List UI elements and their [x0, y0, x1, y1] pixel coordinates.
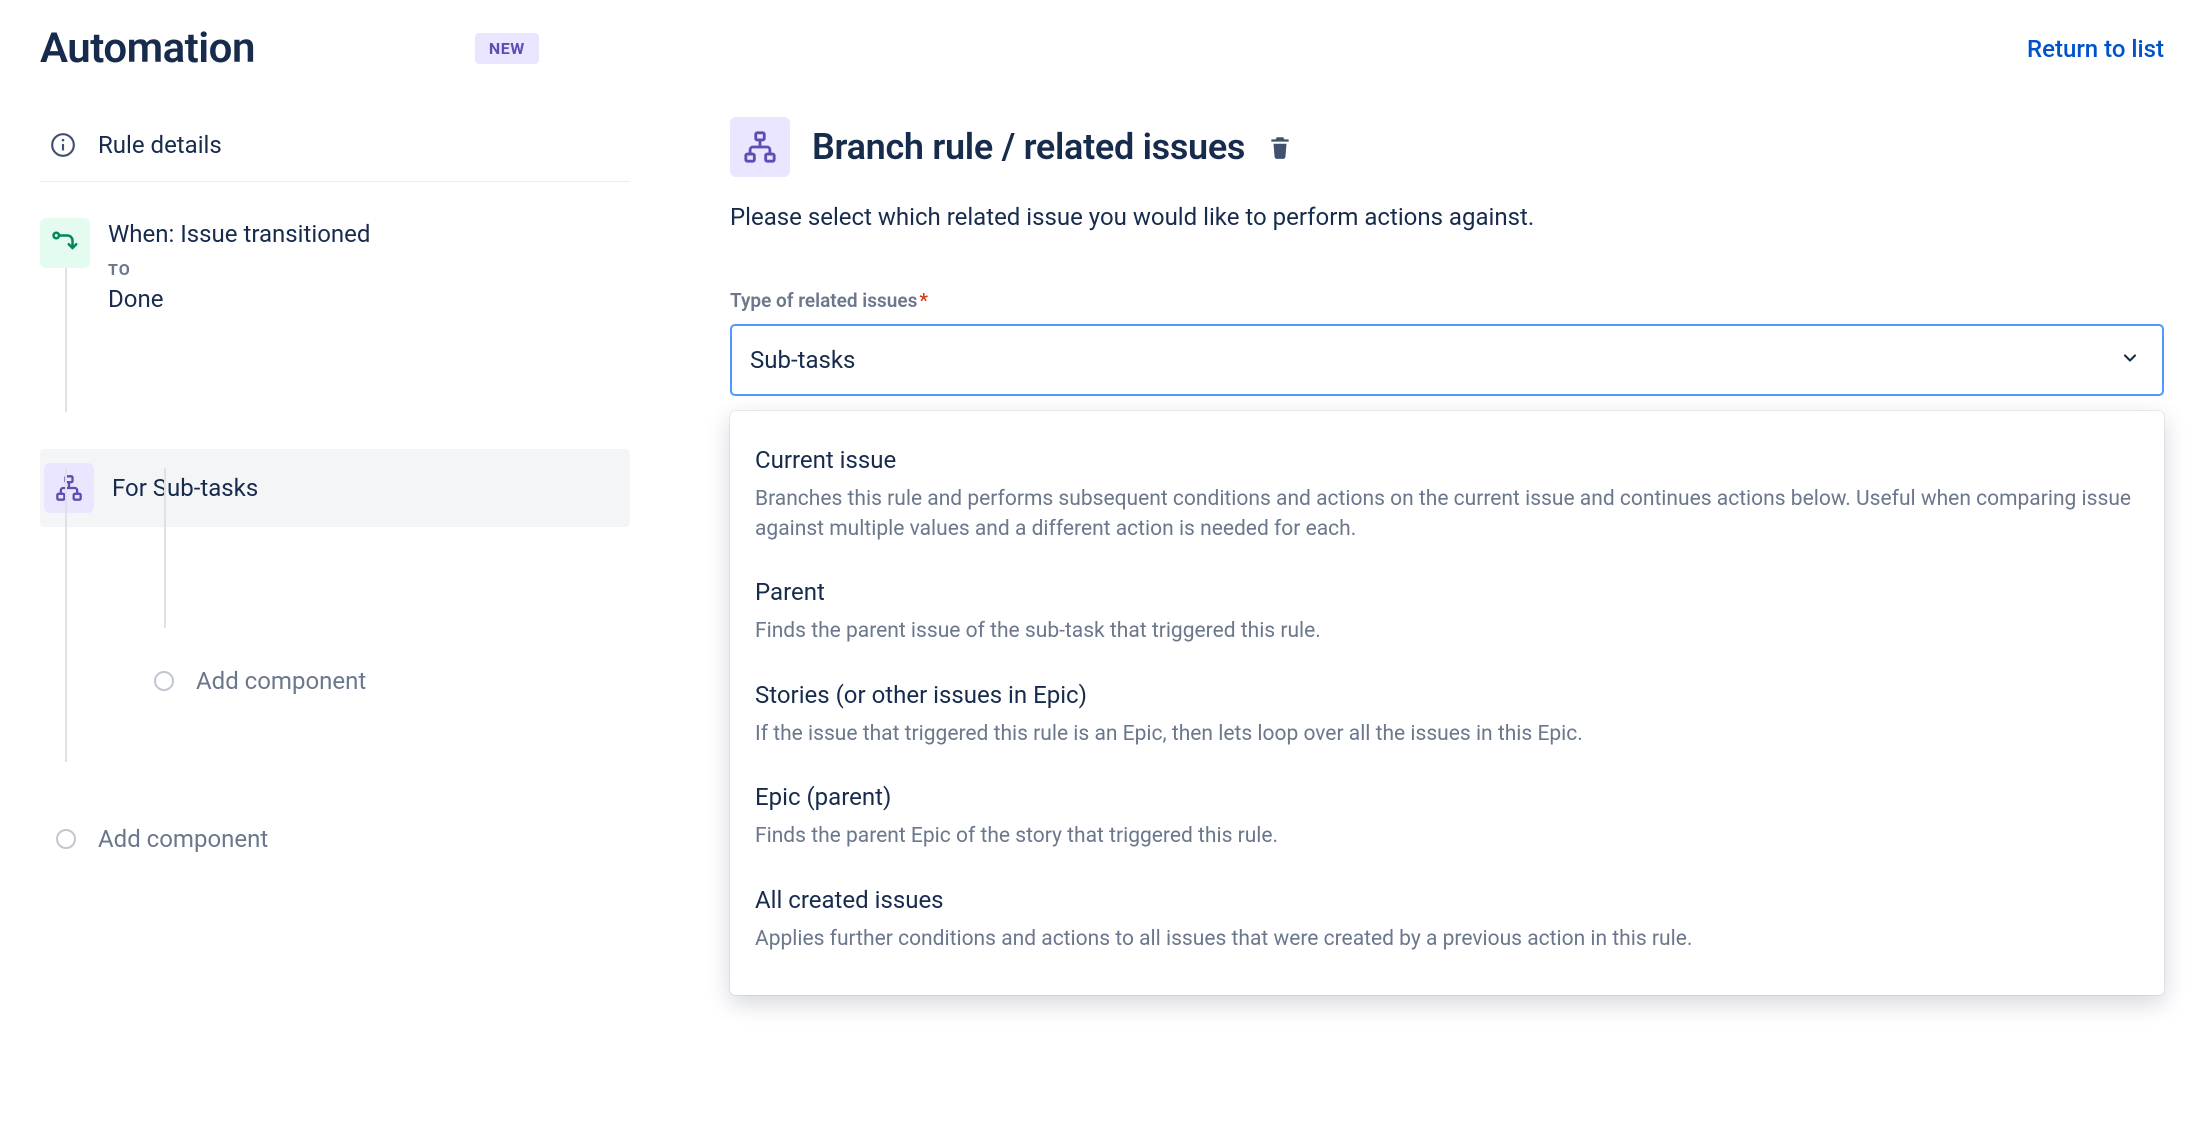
page-title: Automation: [40, 24, 255, 73]
trigger-to-value: Done: [108, 285, 370, 313]
trigger-title: When: Issue transitioned: [108, 218, 370, 250]
related-issue-type-select[interactable]: Sub-tasks: [730, 324, 2164, 396]
timeline-connector: [164, 468, 166, 628]
add-node-icon: [154, 671, 174, 691]
main-header: Branch rule / related issues: [730, 117, 2164, 177]
option-all-created[interactable]: All created issues Applies further condi…: [755, 874, 2139, 976]
timeline-connector: [65, 468, 67, 762]
option-title: Current issue: [755, 446, 2139, 474]
add-component-outer[interactable]: Add component: [56, 825, 630, 853]
add-node-icon: [56, 829, 76, 849]
option-title: Stories (or other issues in Epic): [755, 681, 2139, 709]
add-component-label: Add component: [196, 667, 366, 695]
option-title: Epic (parent): [755, 783, 2139, 811]
info-icon: [50, 132, 76, 158]
chevron-down-icon: [2120, 348, 2140, 372]
option-stories[interactable]: Stories (or other issues in Epic) If the…: [755, 669, 2139, 771]
trigger-to-label: TO: [108, 260, 370, 279]
transition-icon: [40, 218, 90, 268]
branch-item[interactable]: For Sub-tasks: [40, 449, 630, 527]
option-title: Parent: [755, 578, 2139, 606]
option-title: All created issues: [755, 886, 2139, 914]
page-header: Automation NEW Return to list: [0, 0, 2204, 73]
required-star-icon: *: [919, 289, 928, 312]
rule-builder-sidebar: Rule details When: Issue transitioned TO: [40, 113, 630, 995]
panel-description: Please select which related issue you wo…: [730, 201, 2164, 235]
select-dropdown: Current issue Branches this rule and per…: [730, 411, 2164, 996]
trigger-item[interactable]: When: Issue transitioned TO Done: [40, 212, 630, 319]
panel-title: Branch rule / related issues: [812, 126, 1245, 168]
option-desc: Finds the parent issue of the sub-task t…: [755, 616, 2139, 646]
option-desc: Finds the parent Epic of the story that …: [755, 821, 2139, 851]
option-desc: Applies further conditions and actions t…: [755, 924, 2139, 954]
option-desc: Branches this rule and performs subseque…: [755, 484, 2139, 545]
rule-details-item[interactable]: Rule details: [40, 113, 630, 182]
return-to-list-link[interactable]: Return to list: [2027, 35, 2164, 63]
new-badge: NEW: [475, 33, 539, 64]
header-left: Automation NEW: [40, 24, 539, 73]
option-epic-parent[interactable]: Epic (parent) Finds the parent Epic of t…: [755, 771, 2139, 873]
option-parent[interactable]: Parent Finds the parent issue of the sub…: [755, 566, 2139, 668]
select-value: Sub-tasks: [750, 346, 855, 374]
delete-button[interactable]: [1267, 134, 1293, 160]
branch-label: For Sub-tasks: [112, 474, 258, 502]
main-panel: Branch rule / related issues Please sele…: [730, 113, 2164, 995]
trigger-body: When: Issue transitioned TO Done: [108, 218, 370, 313]
branch-icon: [730, 117, 790, 177]
option-desc: If the issue that triggered this rule is…: [755, 719, 2139, 749]
add-component-inner[interactable]: Add component: [154, 667, 630, 695]
option-current-issue[interactable]: Current issue Branches this rule and per…: [755, 434, 2139, 567]
add-component-label: Add component: [98, 825, 268, 853]
field-label: Type of related issues*: [730, 289, 2164, 312]
branch-icon: [44, 463, 94, 513]
field-label-text: Type of related issues: [730, 289, 917, 312]
rule-details-label: Rule details: [98, 131, 222, 159]
